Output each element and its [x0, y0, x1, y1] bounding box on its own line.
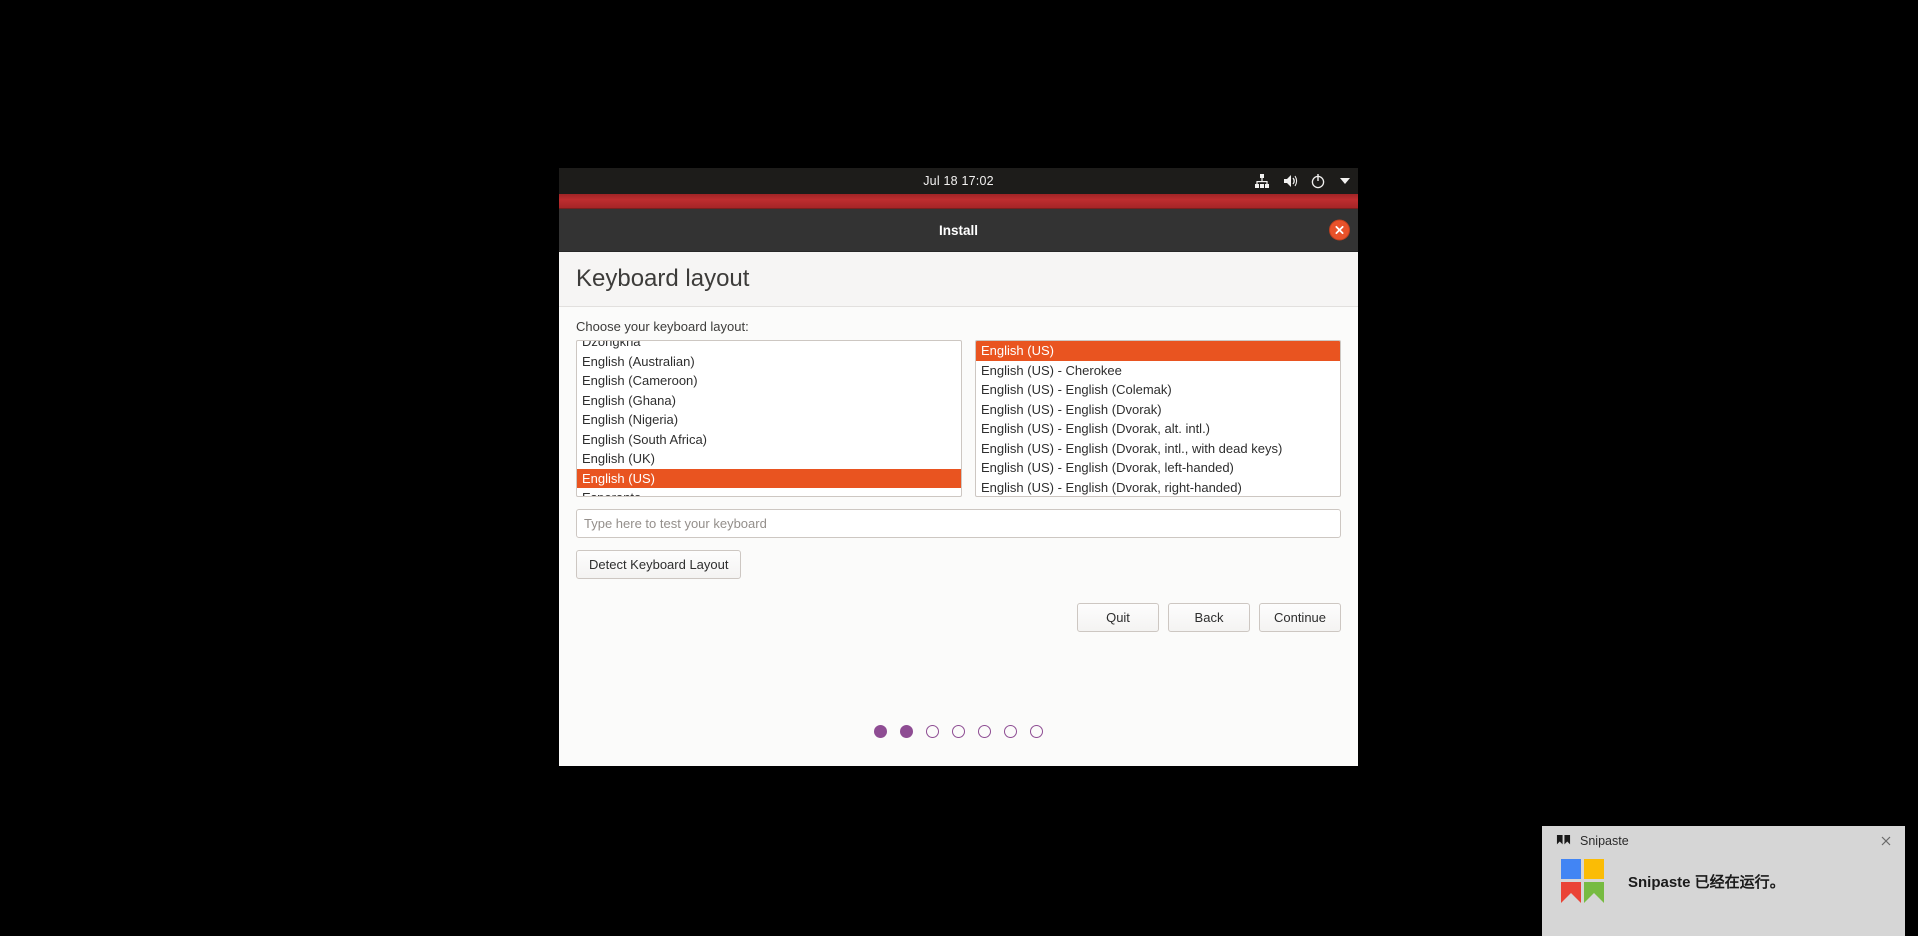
detect-keyboard-layout-button[interactable]: Detect Keyboard Layout [576, 550, 742, 579]
progress-dot[interactable] [952, 725, 965, 738]
installer-window: Jul 18 17:02 Install Keyboard layout Cho… [559, 168, 1358, 766]
keyboard-variant-item[interactable]: English (US) - English (Dvorak, left-han… [976, 458, 1340, 478]
keyboard-layout-item[interactable]: English (South Africa) [577, 430, 961, 450]
keyboard-variant-item[interactable]: English (US) - English (Dvorak, alt. int… [976, 419, 1340, 439]
page-body: Choose your keyboard layout: Dzongkha Eng… [559, 307, 1358, 766]
system-clock: Jul 18 17:02 [923, 174, 994, 188]
window-accent-stripe [559, 194, 1358, 209]
keyboard-variant-item[interactable]: English (US) - English (Colemak) [976, 380, 1340, 400]
keyboard-lists-row: Dzongkha English (Australian) English (Cam… [576, 340, 1341, 497]
keyboard-layout-item[interactable]: Esperanto [577, 488, 961, 496]
progress-dot[interactable] [978, 725, 991, 738]
progress-dot[interactable] [1030, 725, 1043, 738]
system-top-bar: Jul 18 17:02 [559, 168, 1358, 194]
quit-button[interactable]: Quit [1077, 603, 1159, 632]
close-window-button[interactable] [1329, 219, 1350, 241]
volume-icon[interactable] [1282, 173, 1298, 189]
keyboard-variant-item[interactable]: English (US) - Cherokee [976, 361, 1340, 381]
progress-dot[interactable] [900, 725, 913, 738]
keyboard-layout-list[interactable]: Dzongkha English (Australian) English (Cam… [576, 340, 962, 497]
power-icon[interactable] [1310, 173, 1326, 189]
progress-dot[interactable] [926, 725, 939, 738]
network-icon[interactable] [1254, 173, 1270, 189]
window-title-bar: Install [559, 209, 1358, 252]
choose-layout-label: Choose your keyboard layout: [576, 319, 749, 334]
keyboard-layout-item[interactable]: English (Nigeria) [577, 410, 961, 430]
toast-message: Snipaste 已经在运行。 [1628, 873, 1785, 891]
page-title: Keyboard layout [576, 265, 750, 292]
keyboard-layout-item[interactable]: English (US) [577, 468, 961, 488]
system-tray [1254, 168, 1350, 194]
back-button[interactable]: Back [1168, 603, 1250, 632]
desktop-background: Jul 18 17:02 Install Keyboard layout Cho… [0, 0, 1918, 936]
chevron-down-icon[interactable] [1340, 178, 1350, 184]
navigation-buttons: Quit Back Continue [1077, 603, 1341, 632]
page-header: Keyboard layout [559, 252, 1358, 307]
progress-dot[interactable] [874, 725, 887, 738]
keyboard-layout-item[interactable]: English (UK) [577, 449, 961, 469]
toast-app-name: Snipaste [1580, 834, 1629, 848]
keyboard-layout-item[interactable]: English (Ghana) [577, 391, 961, 411]
snipaste-logo-icon [1561, 859, 1604, 903]
keyboard-variant-item[interactable]: English (US) - English (Dvorak, intl., w… [976, 439, 1340, 459]
keyboard-test-input[interactable] [576, 509, 1341, 538]
keyboard-variant-item[interactable]: English (US) - English (Dvorak) [976, 400, 1340, 420]
toast-close-button[interactable] [1878, 833, 1894, 849]
keyboard-layout-item[interactable]: English (Cameroon) [577, 371, 961, 391]
keyboard-variant-item[interactable]: English (US) - English (Dvorak, right-ha… [976, 478, 1340, 497]
keyboard-layout-item[interactable]: English (Australian) [577, 352, 961, 372]
window-title: Install [938, 222, 978, 238]
progress-dot[interactable] [1004, 725, 1017, 738]
keyboard-layout-item[interactable]: Dzongkha [577, 341, 961, 352]
keyboard-variant-item[interactable]: English (US) [976, 341, 1340, 361]
progress-dots [559, 725, 1358, 738]
close-icon [1881, 836, 1891, 846]
keyboard-variant-list[interactable]: English (US) English (US) - Cherokee Engli… [975, 340, 1341, 497]
toast-body: Snipaste 已经在运行。 [1542, 856, 1905, 904]
toast-header: Snipaste [1542, 826, 1905, 856]
snipaste-notification-toast[interactable]: Snipaste Snipaste 已经在运行。 [1542, 826, 1905, 936]
snipaste-app-icon [1556, 834, 1571, 844]
close-icon [1335, 225, 1344, 235]
continue-button[interactable]: Continue [1259, 603, 1341, 632]
